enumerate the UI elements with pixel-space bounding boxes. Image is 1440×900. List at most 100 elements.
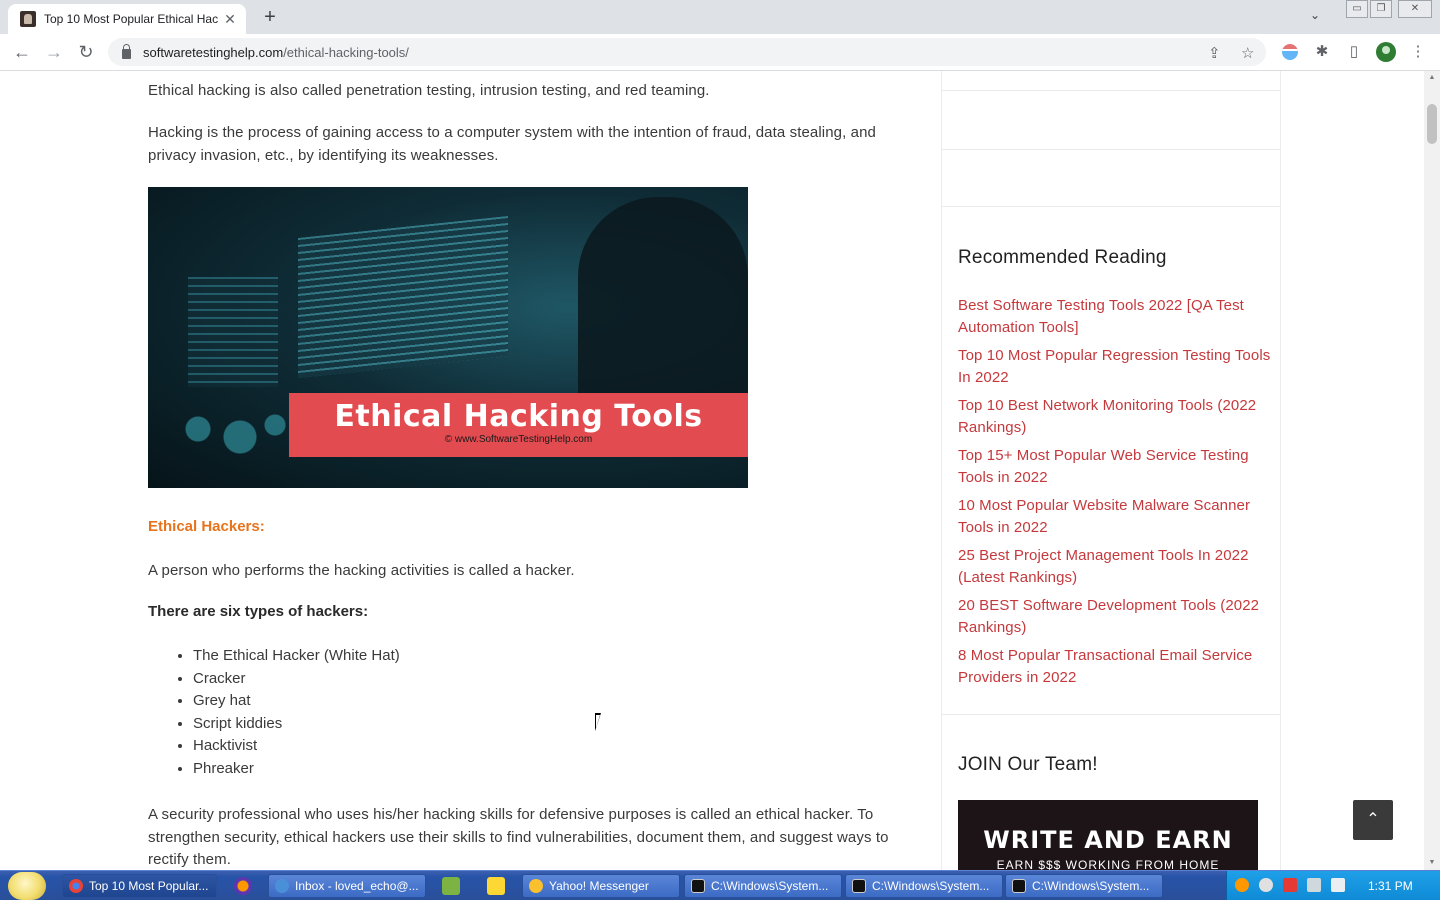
task-label: Top 10 Most Popular...: [89, 879, 209, 893]
taskbar-item-yahoo-messenger[interactable]: Yahoo! Messenger: [522, 874, 680, 898]
write-and-earn-banner[interactable]: WRITE AND EARN EARN $$$ WORKING FROM HOM…: [958, 800, 1258, 870]
security-tray-icon[interactable]: [1283, 878, 1297, 892]
start-button[interactable]: [8, 872, 46, 900]
paragraph-hacker-definition: A person who performs the hacking activi…: [148, 562, 575, 579]
task-label: Yahoo! Messenger: [549, 879, 649, 893]
hero-screen-left: [188, 277, 278, 387]
recommended-link[interactable]: Top 10 Best Network Monitoring Tools (20…: [958, 395, 1273, 439]
extension-globe-icon[interactable]: [1282, 44, 1298, 60]
taskbar: Top 10 Most Popular... Inbox - loved_ech…: [0, 870, 1440, 900]
search-tray-icon[interactable]: [1235, 878, 1249, 892]
network-tray-icon[interactable]: [1307, 878, 1321, 892]
task-label: C:\Windows\System...: [1032, 879, 1150, 893]
paragraph-ethical-hacker: A security professional who uses his/her…: [148, 806, 889, 868]
app-icon[interactable]: [442, 877, 460, 895]
recommended-link[interactable]: Top 10 Most Popular Regression Testing T…: [958, 345, 1273, 389]
types-heading: There are six types of hackers:: [148, 603, 369, 620]
browser-toolbar: ← → ↻ softwaretestinghelp.com/ethical-ha…: [0, 34, 1440, 71]
taskbar-item-cmd[interactable]: C:\Windows\System...: [845, 874, 1003, 898]
clock: 1:31 PM: [1368, 879, 1413, 893]
sidebar-divider: [942, 714, 1280, 715]
hero-image: Ethical Hacking Tools © www.SoftwareTest…: [148, 187, 748, 488]
profile-avatar[interactable]: [1376, 42, 1396, 62]
taskbar-item-chrome[interactable]: Top 10 Most Popular...: [62, 874, 217, 898]
scroll-down-arrow-icon[interactable]: ▼: [1424, 856, 1440, 870]
paragraph-hacking-definition: Hacking is the process of gaining access…: [148, 124, 876, 164]
cmd-icon: [852, 879, 866, 893]
hero-credit: © www.SoftwareTestingHelp.com: [444, 434, 593, 445]
hacker-types-list: The Ethical Hacker (White Hat) Cracker G…: [193, 645, 400, 781]
list-item: Cracker: [193, 668, 400, 691]
mouse-cursor-icon: [595, 713, 601, 731]
url-text: softwaretestinghelp.com/ethical-hacking-…: [143, 45, 409, 60]
web-page: Ethical hacking is also called penetrati…: [0, 71, 1424, 870]
join-banner-subtitle: EARN $$$ WORKING FROM HOME: [996, 858, 1220, 870]
chrome-icon: [69, 879, 83, 893]
hero-screen-main: [298, 215, 508, 379]
volume-tray-icon[interactable]: [1331, 878, 1345, 892]
list-item: Hacktivist: [193, 735, 400, 758]
close-tab-icon[interactable]: ✕: [222, 11, 238, 28]
bookmark-star-icon[interactable]: ☆: [1241, 44, 1254, 62]
page-scrollbar[interactable]: ▲ ▼: [1424, 71, 1440, 870]
reload-button[interactable]: ↻: [74, 41, 98, 63]
section-heading: Ethical Hackers:: [148, 518, 265, 535]
side-panel-icon[interactable]: ▯: [1344, 42, 1364, 62]
recommended-link[interactable]: Best Software Testing Tools 2022 [QA Tes…: [958, 295, 1273, 339]
list-item: Script kiddies: [193, 713, 400, 736]
recommended-link[interactable]: 10 Most Popular Website Malware Scanner …: [958, 495, 1273, 539]
hero-banner: Ethical Hacking Tools © www.SoftwareTest…: [289, 393, 748, 457]
extensions-puzzle-icon[interactable]: ✱: [1312, 42, 1332, 62]
task-label: C:\Windows\System...: [872, 879, 990, 893]
scroll-up-arrow-icon[interactable]: ▲: [1424, 71, 1440, 85]
new-tab-button[interactable]: +: [258, 6, 282, 28]
taskbar-item-thunderbird[interactable]: Inbox - loved_echo@...: [268, 874, 426, 898]
sidebar-widget-empty: [942, 149, 1280, 207]
hero-world-map: [156, 397, 296, 477]
taskbar-item-cmd[interactable]: C:\Windows\System...: [684, 874, 842, 898]
task-label: Inbox - loved_echo@...: [295, 879, 419, 893]
tab-search-icon[interactable]: ⌄: [1310, 8, 1320, 22]
recommended-list: Best Software Testing Tools 2022 [QA Tes…: [958, 295, 1273, 695]
folder-icon[interactable]: [487, 877, 505, 895]
back-button[interactable]: ←: [10, 41, 34, 63]
recommended-reading-title: Recommended Reading: [958, 247, 1167, 268]
list-item: Grey hat: [193, 690, 400, 713]
cmd-icon: [1012, 879, 1026, 893]
mail-icon: [275, 879, 289, 893]
recommended-link[interactable]: 8 Most Popular Transactional Email Servi…: [958, 645, 1273, 689]
url-path: /ethical-hacking-tools/: [283, 44, 409, 60]
address-bar[interactable]: softwaretestinghelp.com/ethical-hacking-…: [108, 38, 1266, 66]
taskbar-item-cmd[interactable]: C:\Windows\System...: [1005, 874, 1163, 898]
back-to-top-button[interactable]: ⌃: [1353, 800, 1393, 840]
lock-icon: [122, 43, 131, 59]
browser-tab[interactable]: Top 10 Most Popular Ethical Hac ✕: [8, 4, 246, 34]
cmd-icon: [691, 879, 705, 893]
forward-button[interactable]: →: [42, 41, 66, 63]
recommended-link[interactable]: 25 Best Project Management Tools In 2022…: [958, 545, 1273, 589]
join-team-title: JOIN Our Team!: [958, 754, 1098, 775]
tab-strip: Top 10 Most Popular Ethical Hac ✕ + ⌄ ▭ …: [0, 0, 1440, 34]
minimize-button[interactable]: ▭: [1346, 0, 1368, 18]
system-tray: 1:31 PM: [1226, 871, 1440, 900]
scroll-thumb[interactable]: [1427, 104, 1437, 144]
sidebar-widget-empty: [942, 71, 1280, 91]
list-item: The Ethical Hacker (White Hat): [193, 645, 400, 668]
list-item: Phreaker: [193, 758, 400, 781]
hero-title: Ethical Hacking Tools: [334, 399, 703, 434]
smiley-icon: [529, 879, 543, 893]
share-icon[interactable]: ⇪: [1208, 44, 1221, 62]
menu-kebab-icon[interactable]: ⋮: [1408, 42, 1428, 62]
status-tray-icon[interactable]: [1259, 878, 1273, 892]
join-banner-title: WRITE AND EARN: [983, 826, 1233, 854]
firefox-icon[interactable]: [234, 877, 252, 895]
task-label: C:\Windows\System...: [711, 879, 829, 893]
site-favicon-icon: [20, 11, 36, 27]
restore-button[interactable]: ❐: [1370, 0, 1392, 18]
recommended-link[interactable]: 20 BEST Software Development Tools (2022…: [958, 595, 1273, 639]
paragraph-ethical-hacking: Ethical hacking is also called penetrati…: [148, 82, 710, 99]
sidebar: Recommended Reading Best Software Testin…: [941, 71, 1281, 870]
recommended-link[interactable]: Top 15+ Most Popular Web Service Testing…: [958, 445, 1273, 489]
window-close-button[interactable]: ✕: [1398, 0, 1432, 18]
tab-title: Top 10 Most Popular Ethical Hac: [44, 12, 219, 26]
